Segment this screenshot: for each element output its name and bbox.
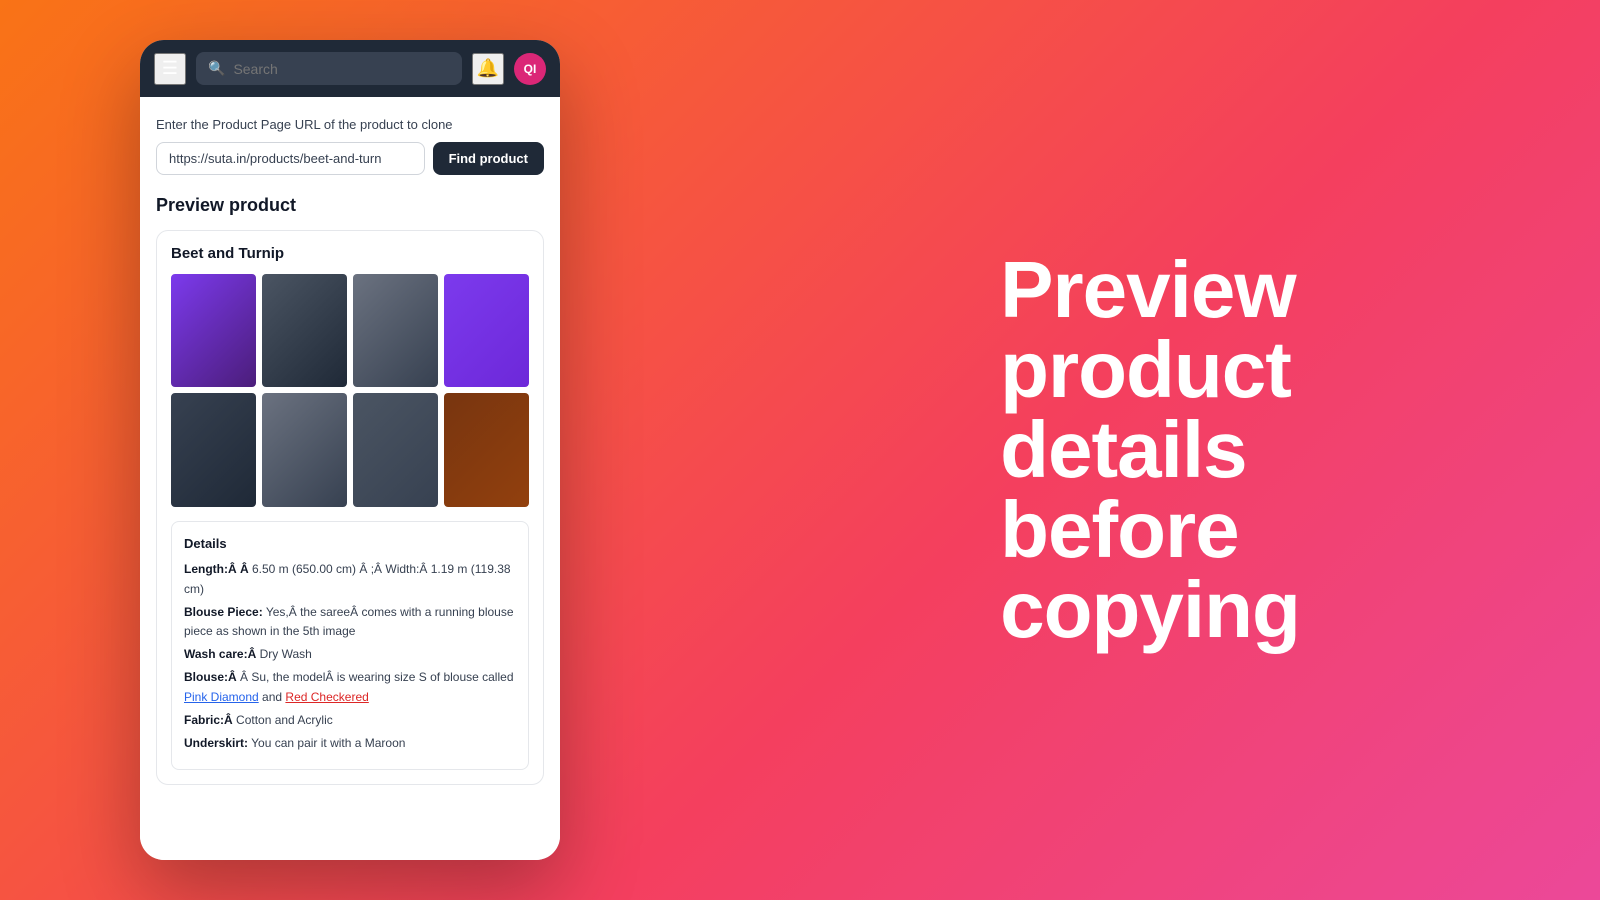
blouse2-label: Blouse:Â xyxy=(184,670,237,684)
hero-text-area: Preview product details before copying xyxy=(700,210,1600,690)
wash-label: Wash care:Â xyxy=(184,647,256,661)
find-product-button[interactable]: Find product xyxy=(433,142,544,175)
details-title: Details xyxy=(184,534,516,555)
product-title: Beet and Turnip xyxy=(171,245,529,262)
underskirt-row: Underskirt: You can pair it with a Maroo… xyxy=(184,734,516,753)
pink-diamond-link[interactable]: Pink Diamond xyxy=(184,690,259,704)
product-image-4[interactable] xyxy=(444,274,529,387)
hamburger-button[interactable]: ☰ xyxy=(154,53,186,85)
product-image-3[interactable] xyxy=(353,274,438,387)
product-image-grid xyxy=(171,274,529,507)
underskirt-label: Underskirt: xyxy=(184,736,248,750)
search-input[interactable] xyxy=(233,61,450,77)
product-image-8[interactable] xyxy=(444,393,529,506)
product-image-5[interactable] xyxy=(171,393,256,506)
length-row: Length:Â Â 6.50 m (650.00 cm) Â ;Â Width… xyxy=(184,560,516,598)
product-image-6[interactable] xyxy=(262,393,347,506)
phone-area: ☰ 🔍 🔔 QI Enter the Product Page URL of t… xyxy=(0,0,700,900)
wash-value: Dry Wash xyxy=(256,647,312,661)
underskirt-value: You can pair it with a Maroon xyxy=(248,736,405,750)
fabric-value: Cotton and Acrylic xyxy=(233,713,333,727)
search-bar[interactable]: 🔍 xyxy=(196,52,462,85)
preview-product-heading: Preview product xyxy=(156,195,544,216)
preview-card: Beet and Turnip Details Length:Â Â 6.50 … xyxy=(156,230,544,785)
link-and: and xyxy=(259,690,286,704)
phone-mockup: ☰ 🔍 🔔 QI Enter the Product Page URL of t… xyxy=(140,40,560,860)
hero-line4: before xyxy=(1000,485,1239,574)
blouse2-value: Â Su, the modelÂ is wearing size S of bl… xyxy=(237,670,514,684)
hero-line3: details xyxy=(1000,405,1246,494)
fabric-label: Fabric:Â xyxy=(184,713,233,727)
product-url-input[interactable] xyxy=(156,142,425,175)
product-image-2[interactable] xyxy=(262,274,347,387)
nav-bar: ☰ 🔍 🔔 QI xyxy=(140,40,560,97)
notification-bell-button[interactable]: 🔔 xyxy=(472,53,504,85)
hero-text: Preview product details before copying xyxy=(1000,250,1300,650)
url-row: Find product xyxy=(156,142,544,175)
red-checkered-link[interactable]: Red Checkered xyxy=(285,690,368,704)
length-label: Length:Â Â xyxy=(184,562,249,576)
details-box: Details Length:Â Â 6.50 m (650.00 cm) Â … xyxy=(171,521,529,770)
blouse-row: Blouse Piece: Yes,Â the sareeÂ comes wit… xyxy=(184,603,516,641)
url-label: Enter the Product Page URL of the produc… xyxy=(156,117,544,132)
product-image-1[interactable] xyxy=(171,274,256,387)
search-icon: 🔍 xyxy=(208,60,225,77)
fabric-row: Fabric:Â Cotton and Acrylic xyxy=(184,711,516,730)
hero-line1: Preview xyxy=(1000,245,1295,334)
hero-line2: product xyxy=(1000,325,1291,414)
blouse2-row: Blouse:Â Â Su, the modelÂ is wearing siz… xyxy=(184,668,516,706)
product-image-7[interactable] xyxy=(353,393,438,506)
avatar-button[interactable]: QI xyxy=(514,53,546,85)
hero-line5: copying xyxy=(1000,565,1300,654)
wash-row: Wash care:Â Dry Wash xyxy=(184,645,516,664)
blouse-label: Blouse Piece: xyxy=(184,605,263,619)
page-content: Enter the Product Page URL of the produc… xyxy=(140,97,560,860)
